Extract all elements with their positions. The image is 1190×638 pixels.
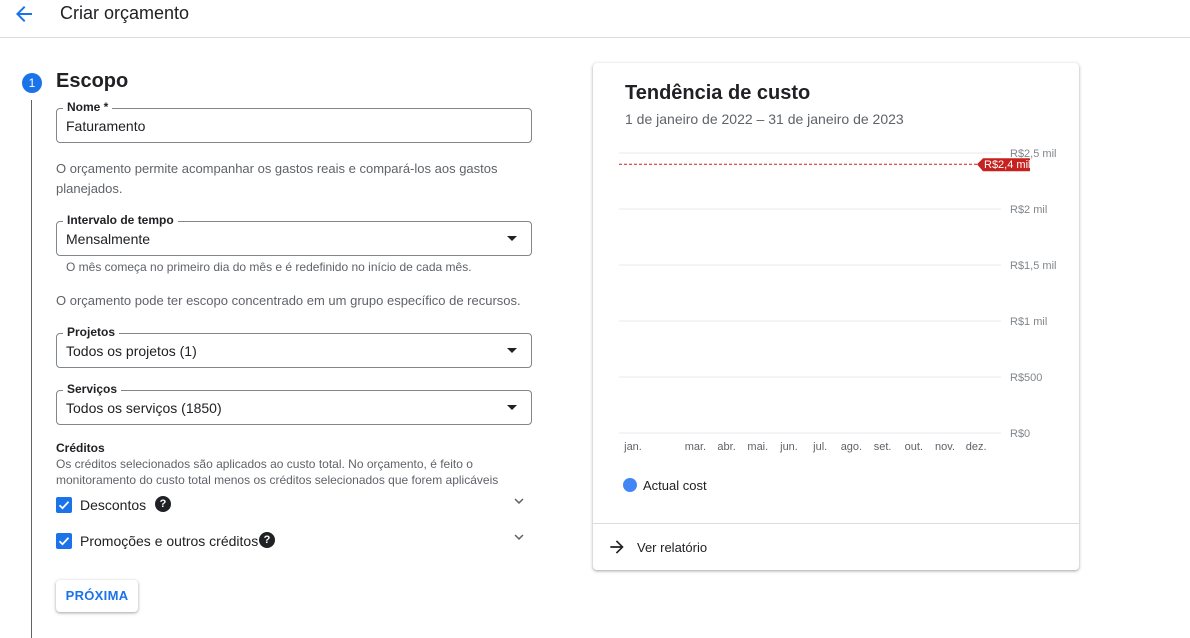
y-tick-label: R$2 mil	[1010, 204, 1047, 216]
interval-select[interactable]: Intervalo de tempo Mensalmente	[56, 213, 532, 256]
x-tick-label: ago.	[841, 441, 862, 453]
name-field[interactable]: Nome * Faturamento	[56, 100, 532, 143]
dropdown-arrow-icon	[507, 405, 517, 410]
interval-select-label: Intervalo de tempo	[63, 213, 178, 227]
legend-dot-actual-cost	[623, 478, 637, 492]
step-number-badge: 1	[22, 73, 42, 93]
back-arrow-icon[interactable]	[12, 2, 36, 26]
budget-label: R$2,4 mil	[984, 159, 1030, 171]
help-icon[interactable]: ?	[259, 532, 275, 548]
card-divider	[593, 523, 1079, 524]
credits-description: Os créditos selecionados são aplicados a…	[56, 457, 499, 487]
legend-label-actual-cost: Actual cost	[643, 478, 707, 493]
name-field-label: Nome *	[63, 100, 113, 114]
projects-select[interactable]: Projetos Todos os projetos (1)	[56, 325, 532, 368]
top-bar: Criar orçamento	[0, 0, 1190, 38]
cost-trend-chart: R$0 R$500 R$1 mil R$1,5 mil R$2 mil R$2,5 mil…	[619, 148, 1056, 453]
scope-description: O orçamento pode ter escopo concentrado …	[56, 293, 521, 308]
promotions-label: Promoções e outros créditos	[80, 533, 259, 549]
interval-select-value: Mensalmente	[66, 231, 151, 247]
services-select-value: Todos os serviços (1850)	[66, 400, 222, 416]
view-report-link[interactable]: Ver relatório	[607, 535, 807, 559]
view-report-label: Ver relatório	[637, 540, 708, 555]
credit-promotions-row: Promoções e outros créditos ?	[56, 530, 532, 554]
x-tick-label: jul.	[812, 441, 827, 453]
credit-discounts-row: Descontos ?	[56, 494, 532, 518]
x-tick-label: mar.	[685, 441, 706, 453]
y-tick-label: R$1,5 mil	[1010, 260, 1056, 272]
x-tick-label: out.	[905, 441, 923, 453]
x-tick-label: jun.	[779, 441, 798, 453]
discounts-checkbox[interactable]	[56, 497, 72, 513]
y-tick-label: R$2,5 mil	[1010, 148, 1056, 160]
card-title: Tendência de custo	[625, 82, 811, 104]
name-field-value[interactable]: Faturamento	[66, 118, 145, 134]
page-title: Criar orçamento	[60, 3, 190, 23]
discounts-label: Descontos	[80, 497, 147, 513]
step-title: Escopo	[56, 70, 129, 92]
x-tick-label: jan.	[623, 441, 642, 453]
x-tick-label: abr.	[717, 441, 735, 453]
card-date-range: 1 de janeiro de 2022 – 31 de janeiro de …	[625, 111, 904, 127]
next-button[interactable]: PRÓXIMA	[56, 580, 138, 612]
projects-select-value: Todos os projetos (1)	[66, 343, 197, 359]
x-tick-label: mai.	[747, 441, 768, 453]
dropdown-arrow-icon	[507, 236, 517, 241]
interval-hint: O mês começa no primeiro dia do mês e é …	[66, 260, 472, 274]
x-tick-label: nov.	[935, 441, 955, 453]
chevron-down-icon[interactable]	[510, 528, 528, 546]
credits-title: Créditos	[56, 441, 105, 455]
y-tick-label: R$1 mil	[1010, 316, 1047, 328]
x-tick-label: set.	[874, 441, 892, 453]
y-tick-label: R$0	[1010, 428, 1030, 440]
step-rail	[31, 100, 32, 638]
help-icon[interactable]: ?	[155, 496, 171, 512]
cost-trend-card: Tendência de custo 1 de janeiro de 2022 …	[593, 63, 1079, 570]
y-tick-label: R$500	[1010, 372, 1042, 384]
services-select-label: Serviços	[63, 382, 122, 396]
x-tick-label: dez.	[966, 441, 987, 453]
promotions-checkbox[interactable]	[56, 533, 72, 549]
dropdown-arrow-icon	[507, 348, 517, 353]
budget-description: O orçamento permite acompanhar os gastos…	[56, 161, 498, 196]
projects-select-label: Projetos	[63, 325, 120, 339]
chevron-down-icon[interactable]	[510, 492, 528, 510]
arrow-right-icon	[610, 540, 624, 554]
services-select[interactable]: Serviços Todos os serviços (1850)	[56, 382, 532, 425]
